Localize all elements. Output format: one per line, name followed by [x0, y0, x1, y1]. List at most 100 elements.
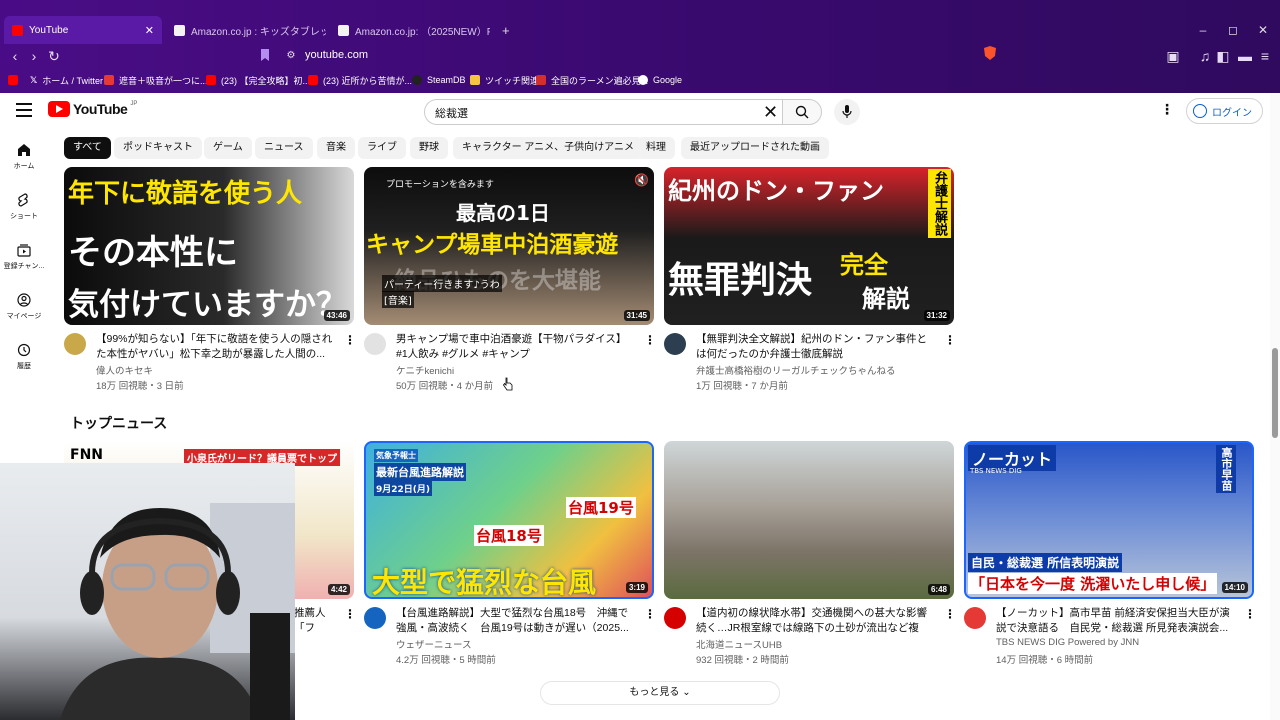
chip-recent[interactable]: 最近アップロードされた動画: [681, 137, 829, 159]
mute-icon[interactable]: 🔇: [634, 173, 649, 187]
video-title[interactable]: 【99%が知らない】「年下に敬語を使う人の隠された本性がヤバい」松下幸之助が暴露…: [96, 332, 336, 361]
settings-more-icon[interactable]: ⋮: [1160, 101, 1174, 118]
bookmark-icon[interactable]: [256, 44, 274, 68]
music-icon[interactable]: ♫: [1196, 44, 1214, 68]
channel-avatar[interactable]: [364, 607, 386, 629]
site-favicon-icon: [536, 75, 546, 85]
channel-name[interactable]: 北海道ニュースUHB: [696, 637, 782, 651]
show-more-button[interactable]: もっと見る ⌄: [540, 681, 780, 705]
chip-music[interactable]: 音楽: [317, 137, 355, 159]
channel-name[interactable]: ウェザーニュース: [396, 637, 472, 651]
scrollbar-thumb[interactable]: [1272, 348, 1278, 438]
bookmark-ramen[interactable]: 全国のラーメン遍必見...: [536, 70, 648, 90]
site-favicon-icon: [104, 75, 114, 85]
chip-baseball[interactable]: 野球: [410, 137, 448, 159]
channel-avatar[interactable]: [664, 333, 686, 355]
scrollbar[interactable]: [1270, 93, 1280, 720]
guide-item-home[interactable]: ホーム: [0, 143, 48, 171]
bookmark-youtube[interactable]: [8, 70, 18, 90]
extensions-icon[interactable]: ▬: [1236, 44, 1254, 68]
tab-youtube[interactable]: YouTube ✕: [4, 16, 162, 44]
tab-amazon-1[interactable]: Amazon.co.jp : キッズタブレット: [166, 16, 326, 44]
search-input[interactable]: 総裁選: [435, 105, 468, 121]
back-icon[interactable]: ‹: [6, 44, 24, 68]
chip-all[interactable]: すべて: [64, 137, 111, 159]
brave-shield-icon[interactable]: [980, 44, 1000, 68]
browser-menu-icon[interactable]: ≡: [1256, 44, 1274, 68]
channel-avatar[interactable]: [964, 607, 986, 629]
webcam-overlay: [0, 463, 295, 720]
new-tab-button[interactable]: +: [494, 16, 518, 44]
guide-item-you[interactable]: マイページ: [0, 293, 48, 321]
chip-anime[interactable]: キャラクター アニメ、子供向けアニメ: [453, 137, 643, 159]
url-field[interactable]: youtube.com: [305, 49, 368, 61]
chip-podcast[interactable]: ポッドキャスト: [114, 137, 202, 159]
bookmark-twitch-folder[interactable]: ツイッチ関連: [470, 70, 539, 90]
chip-live[interactable]: ライブ: [358, 137, 406, 159]
video-thumbnail[interactable]: 年下に敬語を使う人 その本性に 気付けていますか？ 43:46: [64, 167, 354, 325]
hamburger-menu-icon[interactable]: [16, 103, 32, 117]
video-thumbnail[interactable]: 気象予報士 最新台風進路解説 9月22日(月) 台風19号 台風18号 大型で猛…: [364, 441, 654, 599]
video-title[interactable]: 【無罪判決全文解説】紀州のドン・ファン事件とは何だったのか弁護士徹底解説: [696, 332, 936, 361]
channel-name[interactable]: 弁護士高橋裕樹のリーガルチェックちゃんねる: [696, 363, 896, 377]
channel-avatar[interactable]: [364, 333, 386, 355]
bookmark-steamdb[interactable]: SteamDB: [412, 70, 466, 90]
thumb-text: 台風19号: [566, 497, 636, 518]
video-menu-icon[interactable]: ⋮: [1244, 607, 1256, 621]
bookmark-soundproof[interactable]: 遮音＋吸音が一つに...: [104, 70, 208, 90]
video-menu-icon[interactable]: ⋮: [344, 333, 356, 347]
streamer-image: [60, 503, 295, 720]
video-title[interactable]: 【道内初の線状降水帯】交通機関への甚大な影響続く…JR根室線では線路下の土砂が流…: [696, 606, 936, 635]
guide-item-subscriptions[interactable]: 登録チャン...: [0, 243, 48, 271]
thumb-text: 台風18号: [474, 525, 544, 546]
panel-icon[interactable]: ◧: [1214, 44, 1232, 68]
forward-icon[interactable]: ›: [25, 44, 43, 68]
duration-badge: 4:42: [327, 584, 350, 595]
thumb-text: TBS NEWS DIG: [970, 467, 1022, 475]
channel-avatar[interactable]: [64, 333, 86, 355]
tab-close-icon[interactable]: ✕: [145, 24, 154, 37]
maximize-button[interactable]: ◻: [1218, 16, 1248, 44]
bookmark-guide[interactable]: (23) 【完全攻略】初...: [206, 70, 310, 90]
video-title[interactable]: 【台風進路解説】大型で猛烈な台風18号 沖縄で強風・高波続く 台風19号は動きが…: [396, 606, 636, 635]
video-title[interactable]: 推薦人「フリ...: [294, 606, 334, 635]
video-thumbnail[interactable]: 6:48: [664, 441, 954, 599]
mouse-cursor-icon: [503, 377, 513, 391]
login-button[interactable]: ログイン: [1186, 98, 1263, 124]
video-title[interactable]: 【ノーカット】高市早苗 前経済安保担当大臣が演説で決意語る 自民党・総裁選 所見…: [996, 606, 1236, 635]
channel-name[interactable]: 偉人のキセキ: [96, 363, 153, 377]
video-menu-icon[interactable]: ⋮: [644, 333, 656, 347]
tab-amazon-2[interactable]: Amazon.co.jp: （2025NEW）PlimPed: [330, 16, 490, 44]
bookmark-neighbor[interactable]: (23) 近所から苦情が...: [308, 70, 412, 90]
channel-avatar[interactable]: [664, 607, 686, 629]
guide-item-shorts[interactable]: ショート: [0, 193, 48, 221]
channel-name[interactable]: ケニチkenichi: [396, 363, 454, 377]
video-menu-icon[interactable]: ⋮: [644, 607, 656, 621]
video-thumbnail[interactable]: ノーカット TBS NEWS DIG 高市早苗 自民・総裁選 所信表明演説 「日…: [964, 441, 1254, 599]
search-button[interactable]: [782, 99, 822, 125]
you-icon: [17, 293, 31, 307]
bookmark-google[interactable]: Google: [638, 70, 682, 90]
video-title[interactable]: 男キャンプ場で車中泊酒豪遊【干物パラダイス】#1人飲み #グルメ #キャンプ: [396, 332, 636, 361]
subscriptions-icon: [17, 244, 31, 257]
minimize-button[interactable]: –: [1188, 16, 1218, 44]
search-box[interactable]: 総裁選 ✕: [424, 99, 782, 125]
clear-search-icon[interactable]: ✕: [763, 102, 778, 122]
bookmark-twitter[interactable]: 𝕏 ホーム / Twitter: [30, 70, 103, 90]
youtube-logo[interactable]: YouTube JP: [48, 101, 137, 117]
video-menu-icon[interactable]: ⋮: [944, 333, 956, 347]
video-menu-icon[interactable]: ⋮: [944, 607, 956, 621]
video-thumbnail[interactable]: 紀州のドン・ファン 無罪判決 完全 解説 弁護士解説 31:32: [664, 167, 954, 325]
chip-news[interactable]: ニュース: [255, 137, 313, 159]
reload-icon[interactable]: ↻: [45, 44, 63, 68]
video-menu-icon[interactable]: ⋮: [344, 607, 356, 621]
sidebar-toggle-icon[interactable]: ▣: [1164, 44, 1182, 68]
site-info-icon[interactable]: ⚙: [282, 44, 300, 68]
close-window-button[interactable]: ✕: [1248, 16, 1278, 44]
guide-item-history[interactable]: 履歴: [0, 343, 48, 371]
chip-cooking[interactable]: 料理: [637, 137, 675, 159]
video-thumbnail[interactable]: プロモーションを含みます 🔇 最高の1日 キャンプ場車中泊酒豪遊 絶品ひものを大…: [364, 167, 654, 325]
channel-name[interactable]: TBS NEWS DIG Powered by JNN: [996, 637, 1139, 648]
voice-search-button[interactable]: [834, 99, 860, 125]
chip-games[interactable]: ゲーム: [204, 137, 252, 159]
